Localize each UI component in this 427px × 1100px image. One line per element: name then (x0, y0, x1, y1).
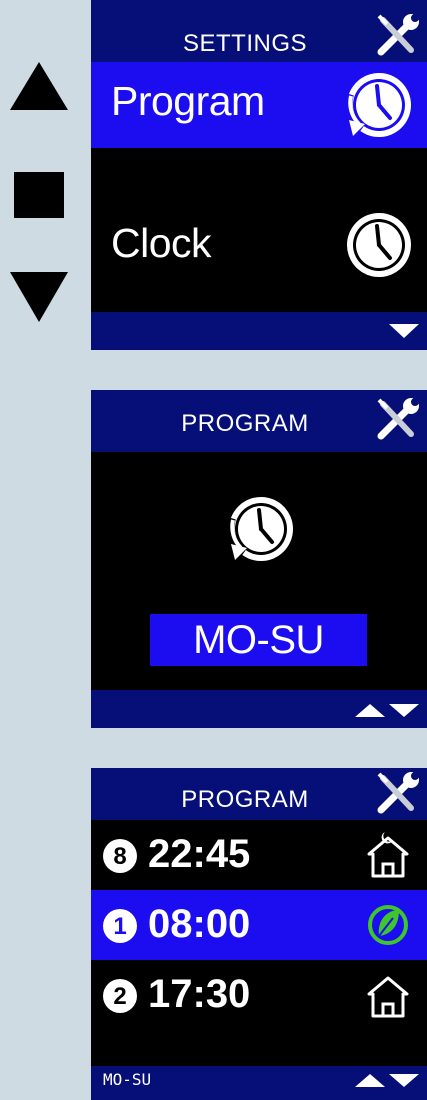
day-range-selector[interactable]: MO-SU (150, 614, 367, 666)
program-entry-row[interactable]: 8 22:45 (91, 820, 427, 890)
program-day-screen: PROGRAM MO-SU (91, 390, 427, 728)
header-title: SETTINGS (182, 30, 307, 57)
up-arrow-button[interactable] (10, 62, 68, 110)
menu-item-clock[interactable]: Clock (91, 200, 427, 286)
program-entry-row[interactable]: 2 17:30 (91, 960, 427, 1030)
screen-footer: MO-SU (91, 1066, 427, 1100)
scroll-up-down-arrows-icon[interactable] (355, 1074, 419, 1093)
house-icon (365, 970, 411, 1025)
wrench-screwdriver-icon (373, 12, 421, 61)
night-house-icon (365, 830, 411, 885)
program-entries-screen: PROGRAM 8 22:45 1 08:00 2 17:30 MO-SU (91, 768, 427, 1100)
menu-item-label: Clock (111, 220, 212, 266)
header-title: PROGRAM (181, 786, 309, 813)
screen-header: PROGRAM (91, 768, 427, 820)
program-entry-row[interactable]: 1 08:00 (91, 890, 427, 960)
eco-leaf-icon (365, 900, 411, 955)
header-title: PROGRAM (181, 410, 309, 437)
wrench-screwdriver-icon (373, 396, 421, 445)
clock-cycle-icon (335, 66, 419, 149)
entry-time: 08:00 (148, 902, 251, 946)
wrench-screwdriver-icon (373, 770, 421, 819)
entry-number: 8 (113, 843, 126, 870)
entry-number: 2 (113, 983, 126, 1010)
clock-icon (335, 206, 419, 289)
screen-footer (91, 312, 427, 350)
menu-item-label: Program (111, 78, 265, 124)
entry-number-badge: 8 (101, 837, 139, 880)
ok-square-button[interactable] (14, 172, 64, 218)
screen-footer (91, 690, 427, 728)
entry-number-badge: 2 (101, 977, 139, 1020)
scroll-down-arrow-icon[interactable] (389, 324, 419, 345)
day-range-label: MO-SU (103, 1070, 152, 1089)
down-arrow-button[interactable] (10, 272, 68, 322)
settings-screen: SETTINGS Program Clock (91, 0, 427, 350)
screen-header: PROGRAM (91, 390, 427, 452)
entry-time: 22:45 (148, 832, 251, 876)
menu-item-program[interactable]: Program (91, 62, 427, 148)
entry-number-badge: 1 (101, 907, 139, 950)
entry-time: 17:30 (148, 972, 251, 1016)
clock-cycle-icon (217, 490, 301, 573)
screen-header: SETTINGS (91, 0, 427, 62)
entry-number: 1 (113, 913, 126, 940)
scroll-up-down-arrows-icon[interactable] (355, 704, 419, 723)
